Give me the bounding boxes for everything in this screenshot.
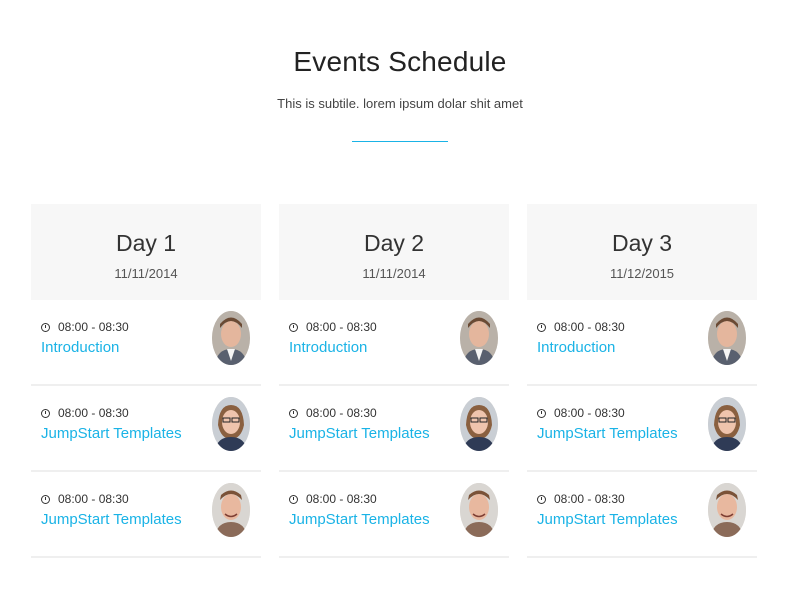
session-title-link[interactable]: Introduction <box>537 339 615 356</box>
session-title-link[interactable]: Introduction <box>289 339 367 356</box>
session-time-text: 08:00 - 08:30 <box>554 320 625 334</box>
session-item: 08:00 - 08:30 JumpStart Templates <box>31 386 261 472</box>
session-time-text: 08:00 - 08:30 <box>554 406 625 420</box>
day-date: 11/12/2015 <box>609 266 675 281</box>
schedule-columns: Day 1 11/11/2014 08:00 - 08:30 Introduct… <box>31 204 769 558</box>
speaker-avatar <box>708 483 746 537</box>
session-item: 08:00 - 08:30 JumpStart Templates <box>527 472 757 558</box>
session-item: 08:00 - 08:30 Introduction <box>31 300 261 386</box>
session-title-link[interactable]: JumpStart Templates <box>289 425 430 442</box>
session-item: 08:00 - 08:30 JumpStart Templates <box>279 386 509 472</box>
clock-icon <box>41 494 50 504</box>
session-time: 08:00 - 08:30 <box>289 320 377 334</box>
day-column-1: Day 1 11/11/2014 08:00 - 08:30 Introduct… <box>31 204 261 558</box>
speaker-avatar <box>460 483 498 537</box>
title-underline <box>352 141 448 142</box>
day-date: 11/11/2014 <box>114 266 178 281</box>
session-time: 08:00 - 08:30 <box>289 406 377 420</box>
session-item: 08:00 - 08:30 JumpStart Templates <box>527 386 757 472</box>
session-time: 08:00 - 08:30 <box>41 320 129 334</box>
clock-icon <box>289 408 298 418</box>
session-time: 08:00 - 08:30 <box>41 406 129 420</box>
day-header: Day 2 11/11/2014 <box>279 204 509 300</box>
clock-icon <box>41 322 50 332</box>
clock-icon <box>289 494 298 504</box>
clock-icon <box>537 408 546 418</box>
day-header: Day 3 11/12/2015 <box>527 204 757 300</box>
clock-icon <box>537 494 546 504</box>
speaker-avatar <box>460 311 498 365</box>
schedule-header: Events Schedule This is subtile. lorem i… <box>0 44 800 142</box>
session-time: 08:00 - 08:30 <box>537 492 625 506</box>
session-title-link[interactable]: JumpStart Templates <box>41 425 182 442</box>
session-time-text: 08:00 - 08:30 <box>58 320 129 334</box>
day-date: 11/11/2014 <box>362 266 426 281</box>
speaker-avatar <box>212 397 250 451</box>
day-column-3: Day 3 11/12/2015 08:00 - 08:30 Introduct… <box>527 204 757 558</box>
speaker-avatar <box>708 311 746 365</box>
day-header: Day 1 11/11/2014 <box>31 204 261 300</box>
session-time: 08:00 - 08:30 <box>537 406 625 420</box>
day-column-2: Day 2 11/11/2014 08:00 - 08:30 Introduct… <box>279 204 509 558</box>
session-title-link[interactable]: JumpStart Templates <box>289 511 430 528</box>
session-item: 08:00 - 08:30 JumpStart Templates <box>279 472 509 558</box>
speaker-avatar <box>708 397 746 451</box>
session-item: 08:00 - 08:30 Introduction <box>279 300 509 386</box>
day-title: Day 1 <box>115 230 177 256</box>
speaker-avatar <box>212 311 250 365</box>
speaker-avatar <box>212 483 250 537</box>
session-time-text: 08:00 - 08:30 <box>554 492 625 506</box>
session-time: 08:00 - 08:30 <box>41 492 129 506</box>
day-title: Day 2 <box>363 230 425 256</box>
page-subtitle: This is subtile. lorem ipsum dolar shit … <box>277 96 523 111</box>
session-time-text: 08:00 - 08:30 <box>58 492 129 506</box>
events-schedule-page: Events Schedule This is subtile. lorem i… <box>0 0 800 600</box>
day-title: Day 3 <box>611 230 673 256</box>
session-title-link[interactable]: JumpStart Templates <box>41 511 182 528</box>
clock-icon <box>537 322 546 332</box>
session-time: 08:00 - 08:30 <box>537 320 625 334</box>
session-item: 08:00 - 08:30 JumpStart Templates <box>31 472 261 558</box>
session-time-text: 08:00 - 08:30 <box>306 492 377 506</box>
session-time-text: 08:00 - 08:30 <box>306 320 377 334</box>
session-title-link[interactable]: JumpStart Templates <box>537 511 678 528</box>
clock-icon <box>41 408 50 418</box>
session-time-text: 08:00 - 08:30 <box>306 406 377 420</box>
session-item: 08:00 - 08:30 Introduction <box>527 300 757 386</box>
session-title-link[interactable]: JumpStart Templates <box>537 425 678 442</box>
page-title: Events Schedule <box>293 46 507 77</box>
clock-icon <box>289 322 298 332</box>
speaker-avatar <box>460 397 498 451</box>
session-title-link[interactable]: Introduction <box>41 339 119 356</box>
session-time-text: 08:00 - 08:30 <box>58 406 129 420</box>
session-time: 08:00 - 08:30 <box>289 492 377 506</box>
